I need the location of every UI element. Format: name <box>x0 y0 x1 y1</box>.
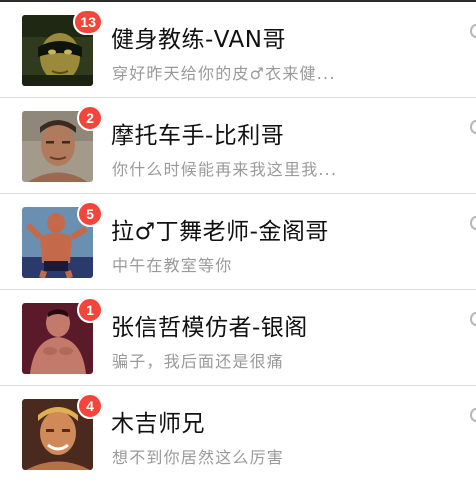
unread-badge: 4 <box>77 393 103 419</box>
message-preview: 想不到你居然这么厉害 <box>112 448 285 467</box>
chevron-edge-icon <box>470 216 476 230</box>
contact-name: 木吉师兄 <box>111 411 205 437</box>
chevron-edge-icon <box>470 24 476 38</box>
chat-list-item[interactable]: 1 张信哲模仿者-银阁 骗子，我后面还是很痛 <box>0 290 476 386</box>
contact-name: 张信哲模仿者-银阁 <box>111 315 308 341</box>
chevron-edge-icon <box>470 312 476 326</box>
avatar-container: 1 <box>22 297 103 374</box>
message-preview: 骗子，我后面还是很痛 <box>112 352 285 371</box>
avatar-container: 4 <box>22 393 103 470</box>
contact-name: 健身教练-VAN哥 <box>111 27 287 53</box>
chevron-edge-icon <box>470 408 476 422</box>
chevron-edge-icon <box>470 120 476 134</box>
avatar-container: 2 <box>22 105 103 182</box>
chat-list: 13 健身教练-VAN哥 穿好昨天给你的皮♂衣来健... 2 摩托车手-比利哥 … <box>0 2 476 482</box>
chat-list-item[interactable]: 2 摩托车手-比利哥 你什么时候能再来我这里我... <box>0 98 476 194</box>
contact-name: 摩托车手-比利哥 <box>111 123 285 149</box>
unread-badge: 1 <box>77 297 103 323</box>
unread-badge: 13 <box>73 9 103 35</box>
message-preview: 穿好昨天给你的皮♂衣来健... <box>112 64 336 83</box>
chat-list-item[interactable]: 5 拉♂丁舞老师-金阁哥 中午在教室等你 <box>0 194 476 290</box>
unread-badge: 2 <box>77 105 103 131</box>
chat-list-item[interactable]: 13 健身教练-VAN哥 穿好昨天给你的皮♂衣来健... <box>0 2 476 98</box>
avatar-container: 13 <box>22 9 103 86</box>
contact-name: 拉♂丁舞老师-金阁哥 <box>111 219 329 245</box>
chat-list-item[interactable]: 4 木吉师兄 想不到你居然这么厉害 <box>0 386 476 482</box>
unread-badge: 5 <box>77 201 103 227</box>
message-preview: 你什么时候能再来我这里我... <box>112 160 338 179</box>
message-preview: 中午在教室等你 <box>112 256 233 275</box>
avatar-container: 5 <box>22 201 103 278</box>
